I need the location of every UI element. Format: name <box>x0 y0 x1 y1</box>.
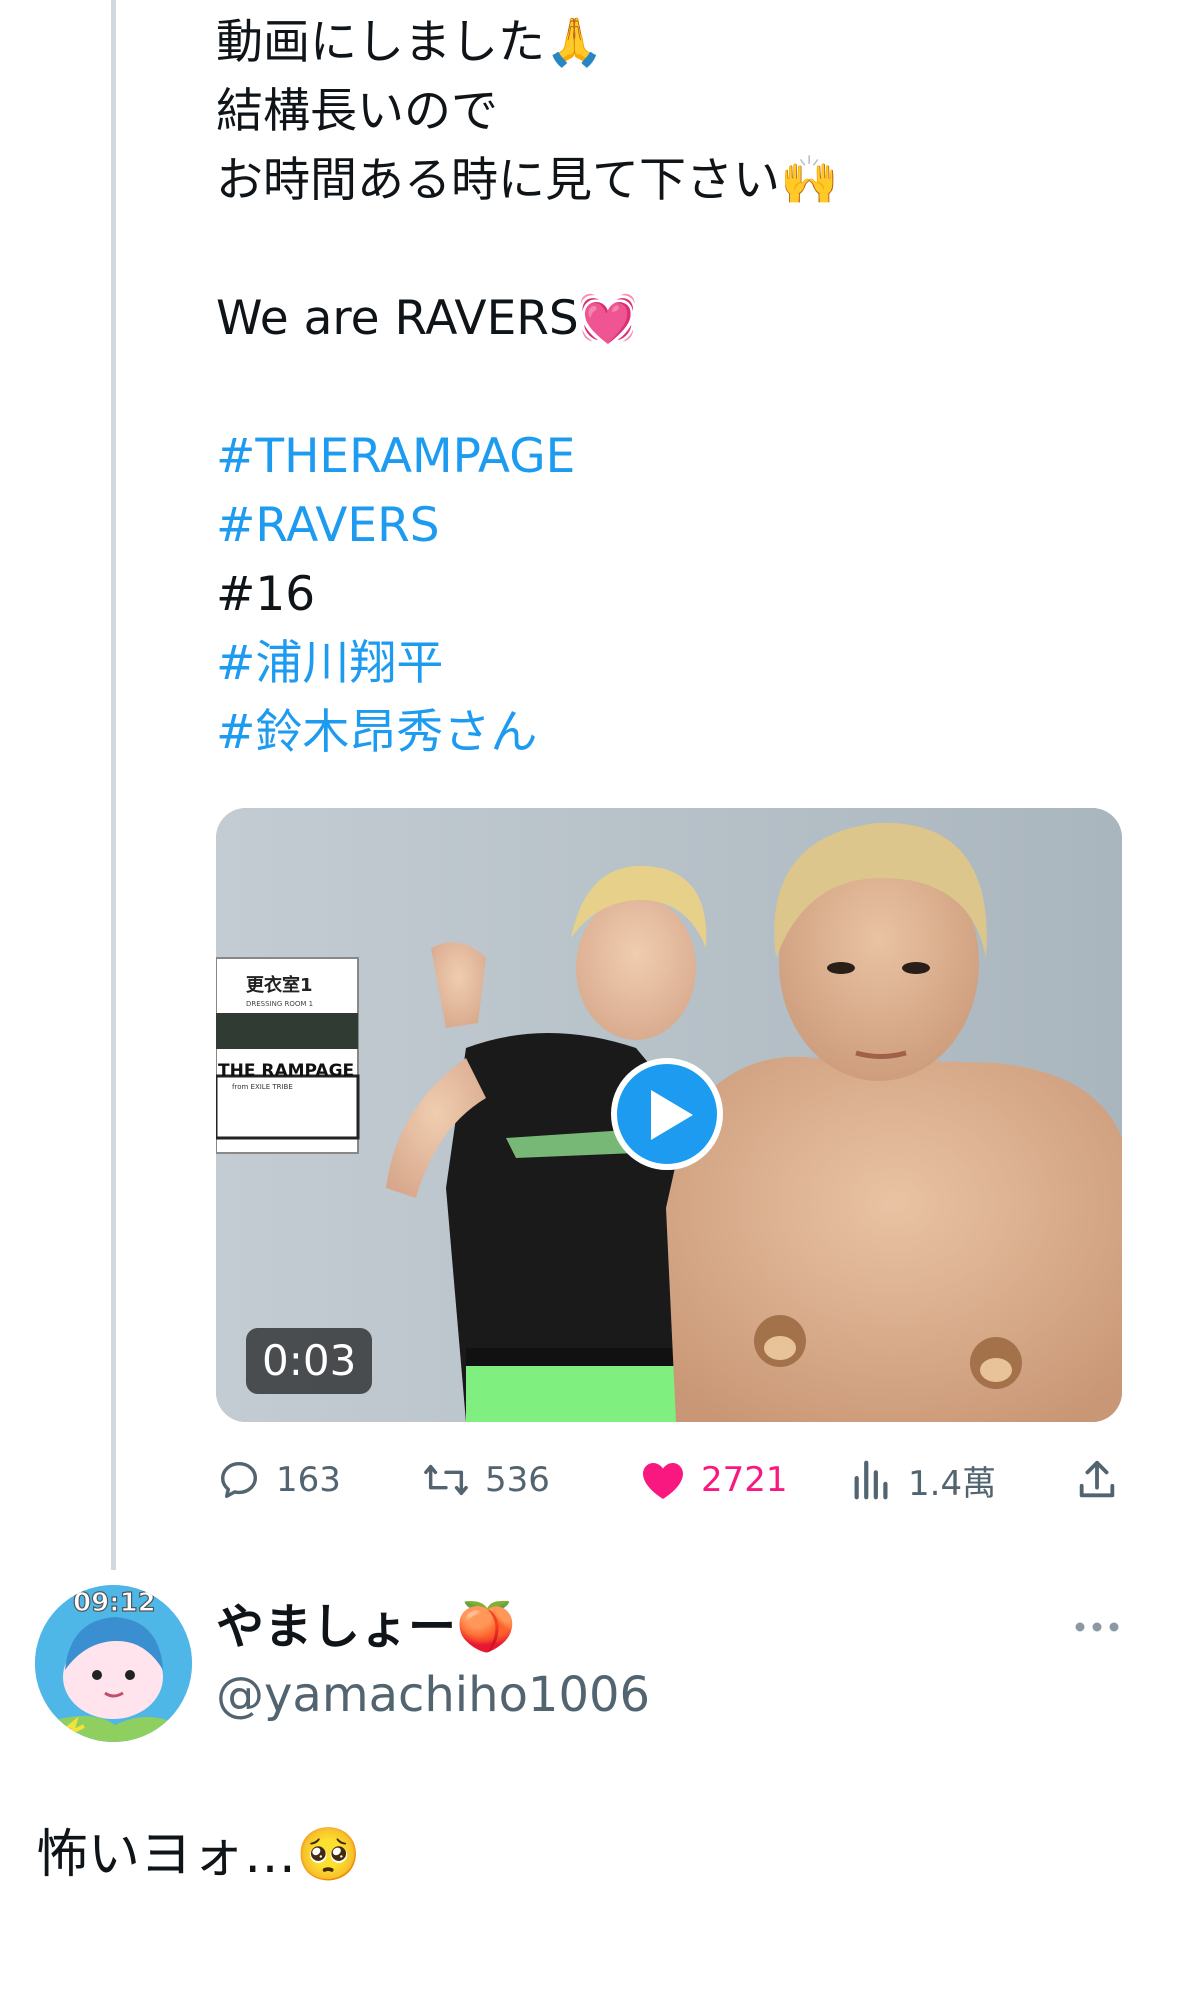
like-button[interactable]: 2721 <box>639 1450 788 1510</box>
reply-text: 怖いヨォ…🥺 <box>36 1825 361 1885</box>
avatar-illustration: 09:12 <box>35 1585 192 1742</box>
tweet-line: We are RAVERS💓 <box>216 291 638 346</box>
play-icon <box>651 1090 693 1140</box>
share-button[interactable] <box>1074 1450 1134 1510</box>
reply-count: 163 <box>276 1460 341 1500</box>
tweet-action-bar: 163 536 2721 1.4萬 <box>216 1450 1126 1510</box>
tweet-line: 動画にしました🙏 <box>216 15 604 70</box>
play-button[interactable] <box>611 1058 723 1170</box>
reply-button[interactable]: 163 <box>216 1450 341 1510</box>
thread-connector-line <box>111 0 116 1570</box>
retweet-button[interactable]: 536 <box>421 1450 550 1510</box>
tweet-text: 動画にしました🙏 結構長いので お時間ある時に見て下さい🙌 We are RAV… <box>216 8 1136 767</box>
reply-display-name[interactable]: やましょー🍑 <box>216 1597 516 1657</box>
sign-subtitle: DRESSING ROOM 1 <box>246 1000 313 1008</box>
video-thumbnail[interactable]: 更衣室1 DRESSING ROOM 1 THE RAMPAGE from EX… <box>216 808 1122 1422</box>
reply-icon <box>220 1461 258 1499</box>
avatar-time-text: 09:12 <box>73 1588 156 1618</box>
video-duration-badge: 0:03 <box>246 1328 373 1394</box>
tweet-thread-view: 動画にしました🙏 結構長いので お時間ある時に見て下さい🙌 We are RAV… <box>0 0 1179 1990</box>
like-count: 2721 <box>701 1460 788 1500</box>
sign-name: THE RAMPAGE <box>218 1061 354 1081</box>
view-count: 1.4萬 <box>908 1463 997 1504</box>
hashtag-16-plain: #16 <box>216 567 316 622</box>
analytics-bar-icon <box>854 1460 888 1500</box>
reply-handle[interactable]: @yamachiho1006 <box>216 1665 650 1725</box>
hashtag-urakawa-shohei[interactable]: #浦川翔平 <box>216 629 1136 698</box>
views-button[interactable]: 1.4萬 <box>850 1450 996 1510</box>
heart-icon <box>643 1463 683 1499</box>
tweet-line: お時間ある時に見て下さい🙌 <box>216 153 839 208</box>
retweet-count: 536 <box>485 1460 550 1500</box>
hashtag-ravers[interactable]: #RAVERS <box>216 491 1136 560</box>
sign-from: from EXILE TRIBE <box>232 1083 293 1091</box>
more-options-button[interactable] <box>1072 1617 1122 1637</box>
hashtag-therampage[interactable]: #THERAMPAGE <box>216 422 1136 491</box>
sign-title: 更衣室1 <box>246 974 313 996</box>
hashtag-suzuki-takahide[interactable]: #鈴木昂秀さん <box>216 698 1136 767</box>
avatar[interactable]: 09:12 <box>35 1585 192 1742</box>
share-upload-icon <box>1079 1460 1115 1498</box>
tweet-line: 結構長いので <box>216 84 498 139</box>
more-dots-icon <box>1075 1622 1119 1632</box>
retweet-icon <box>424 1464 468 1496</box>
